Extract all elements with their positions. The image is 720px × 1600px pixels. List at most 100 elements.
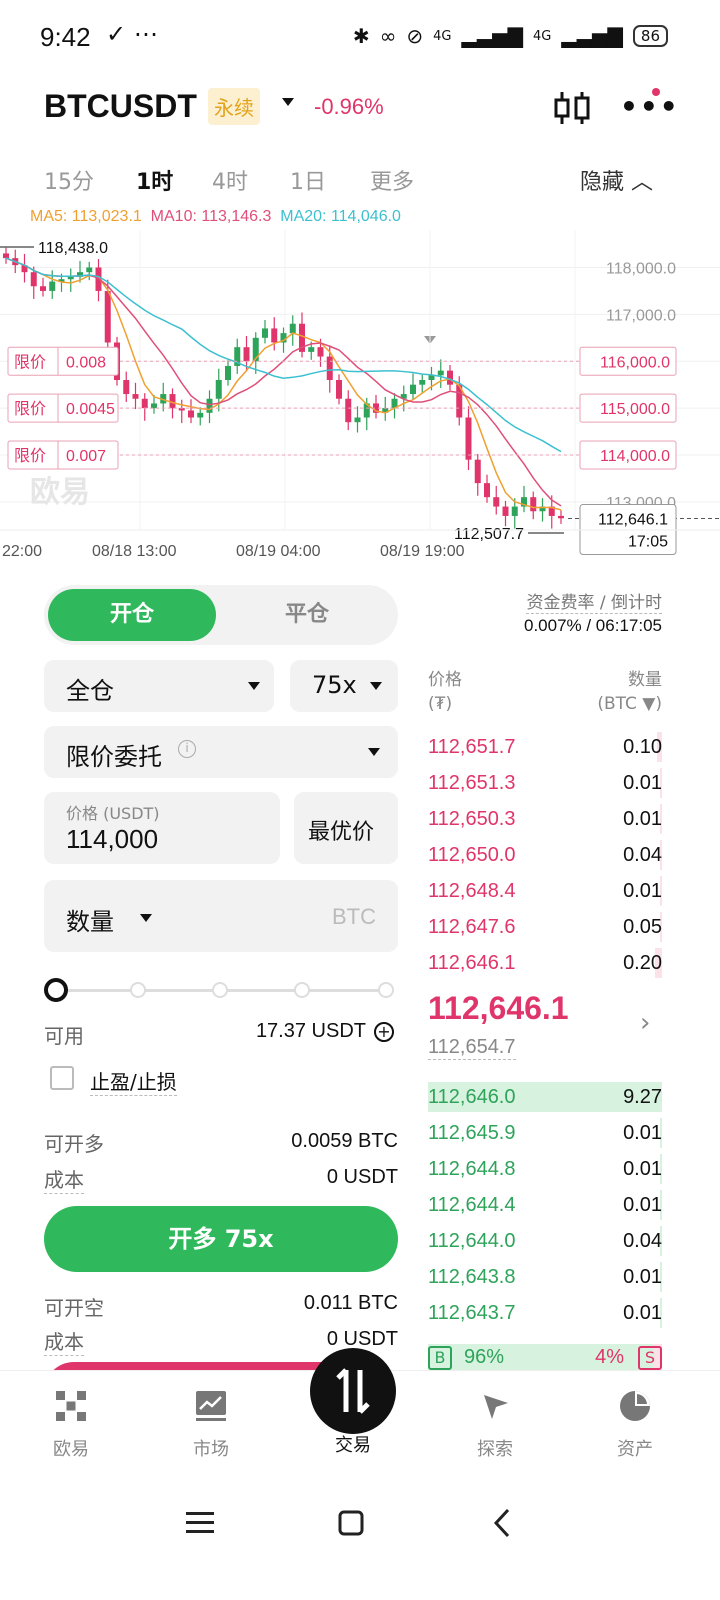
system-navigation-bar: [0, 1480, 720, 1600]
slider-mark-75[interactable]: [294, 982, 310, 998]
price-input-label: 价格 (USDT): [66, 804, 160, 823]
trade-fab-button[interactable]: [310, 1348, 396, 1434]
bid-row[interactable]: 112,644.0 0.04: [428, 1226, 662, 1256]
slider-thumb[interactable]: [44, 978, 68, 1002]
slider-mark-100[interactable]: [378, 982, 394, 998]
short-cost-label[interactable]: 成本: [44, 1326, 84, 1356]
candlestick-chart-icon[interactable]: [552, 88, 592, 128]
qty-header-unit[interactable]: (BTC ▼): [597, 692, 662, 716]
orderbook-qty-header[interactable]: 数量 (BTC ▼): [597, 668, 662, 716]
bid-price: 112,645.9: [428, 1122, 516, 1144]
status-bar: 9:42 ✓ ⋯ ✱ ∞ ⊘ 4G ▂▃▅▇ 4G ▂▃▅▇ 86: [0, 0, 720, 80]
signal-icon: ▂▃▅▇: [461, 24, 524, 48]
tab-close[interactable]: 平仓: [220, 589, 394, 641]
quantity-input[interactable]: 数量 BTC: [44, 880, 398, 952]
candle-up: [206, 398, 213, 413]
high-price-label: 118,438.0: [38, 240, 108, 257]
tab-1d[interactable]: 1日: [290, 164, 326, 196]
tpsl-checkbox[interactable]: [50, 1066, 74, 1090]
okx-logo-icon: [56, 1391, 86, 1421]
ask-row[interactable]: 112,648.4 0.01: [428, 876, 662, 906]
chevron-down-icon: [248, 682, 260, 690]
bid-row[interactable]: 112,643.7 0.01: [428, 1298, 662, 1328]
slider-mark-25[interactable]: [130, 982, 146, 998]
qty-header-label: 数量: [628, 670, 662, 690]
price-header-label: 价格: [428, 670, 462, 690]
ask-row[interactable]: 112,651.7 0.10: [428, 732, 662, 762]
leverage-select[interactable]: 75x: [290, 660, 398, 712]
nav-market-label: 市场: [193, 1439, 229, 1460]
price-header-unit: (₮): [428, 694, 453, 714]
tab-4h[interactable]: 4时: [212, 164, 248, 196]
bid-row[interactable]: 112,644.8 0.01: [428, 1154, 662, 1184]
back-icon[interactable]: [492, 1508, 512, 1538]
bid-quantity: 0.01: [623, 1194, 662, 1216]
ask-row[interactable]: 112,650.3 0.01: [428, 804, 662, 834]
tab-open[interactable]: 开仓: [48, 589, 216, 641]
ask-row[interactable]: 112,651.3 0.01: [428, 768, 662, 798]
nav-explore[interactable]: 探索: [450, 1389, 540, 1461]
price-input[interactable]: 价格 (USDT) 114,000: [44, 792, 280, 864]
tab-1h[interactable]: 1时: [136, 164, 173, 196]
nav-assets[interactable]: 资产: [590, 1389, 680, 1461]
funding-rate-label[interactable]: 资金费率 / 倒计时: [526, 588, 662, 614]
ask-price: 112,648.4: [428, 880, 516, 902]
battery-indicator: 86: [632, 25, 668, 47]
ask-row[interactable]: 112,650.0 0.04: [428, 840, 662, 870]
nav-market[interactable]: 市场: [166, 1389, 256, 1461]
more-options-icon[interactable]: •••: [620, 90, 680, 123]
symbol-selector[interactable]: BTCUSDT: [44, 88, 197, 125]
home-icon[interactable]: [338, 1510, 364, 1536]
current-price-label: 112,646.1: [598, 511, 668, 528]
sell-ratio-tag: S: [638, 1346, 662, 1370]
link-icon: ∞: [379, 24, 397, 48]
info-icon[interactable]: i: [178, 740, 196, 758]
candle-down: [326, 356, 333, 380]
ask-quantity: 0.10: [623, 736, 662, 758]
ask-row[interactable]: 112,646.1 0.20: [428, 948, 662, 978]
nav-okx[interactable]: 欧易: [26, 1389, 116, 1461]
order-type-select[interactable]: 限价委托 i: [44, 726, 398, 778]
ask-row[interactable]: 112,647.6 0.05: [428, 912, 662, 942]
candle-down: [474, 459, 481, 484]
candle-up: [289, 323, 296, 334]
candle-up: [49, 281, 56, 291]
quantity-unit-selector[interactable]: 数量: [66, 902, 114, 937]
open-long-button[interactable]: 开多 75x: [44, 1206, 398, 1272]
menu-icon[interactable]: [186, 1510, 214, 1536]
candle-down: [317, 347, 324, 357]
funding-rate-value: 0.007% / 06:17:05: [523, 616, 662, 635]
hide-chart-button[interactable]: 隐藏 ︿: [580, 164, 653, 196]
tab-more[interactable]: 更多: [370, 164, 414, 196]
candle-down: [3, 253, 9, 259]
chevron-down-icon: [368, 748, 380, 756]
mark-price[interactable]: 112,654.7: [428, 1036, 516, 1060]
long-cost-label[interactable]: 成本: [44, 1164, 84, 1194]
market-chart-icon: [196, 1391, 226, 1421]
best-price-button[interactable]: 最优价: [294, 792, 398, 864]
explore-compass-icon: [484, 1395, 508, 1419]
bid-row[interactable]: 112,645.9 0.01: [428, 1118, 662, 1148]
ask-quantity: 0.20: [623, 952, 662, 974]
bid-row[interactable]: 112,643.8 0.01: [428, 1262, 662, 1292]
slider-mark-50[interactable]: [212, 982, 228, 998]
bid-row[interactable]: 112,646.0 9.27: [428, 1082, 662, 1112]
last-price[interactable]: 112,646.1: [428, 990, 569, 1027]
short-max-label: 可开空: [44, 1296, 104, 1320]
y-tick-label: 118,000.0: [606, 261, 676, 278]
tpsl-label[interactable]: 止盈/止损: [90, 1066, 177, 1096]
candlestick-chart[interactable]: 118,000.0117,000.0113,000.0欧易118,438.011…: [0, 230, 720, 570]
buy-ratio-value: 96%: [464, 1346, 505, 1368]
bid-quantity: 0.01: [623, 1158, 662, 1180]
bid-row[interactable]: 112,644.4 0.01: [428, 1190, 662, 1220]
ask-price: 112,650.0: [428, 844, 516, 866]
tab-15m[interactable]: 15分: [44, 164, 94, 196]
margin-mode-select[interactable]: 全仓: [44, 660, 274, 712]
chevron-down-icon[interactable]: [282, 98, 294, 106]
candle-down: [40, 286, 46, 291]
order-price-label: 115,000.0: [600, 401, 670, 418]
chevron-down-icon[interactable]: [140, 914, 152, 922]
chevron-right-icon[interactable]: ›: [640, 1008, 650, 1038]
transfer-plus-icon[interactable]: +: [374, 1022, 394, 1042]
price-chart[interactable]: 118,000.0 117,000.0 113,000.0 欧易 118,438.0 11…: [0, 230, 720, 570]
